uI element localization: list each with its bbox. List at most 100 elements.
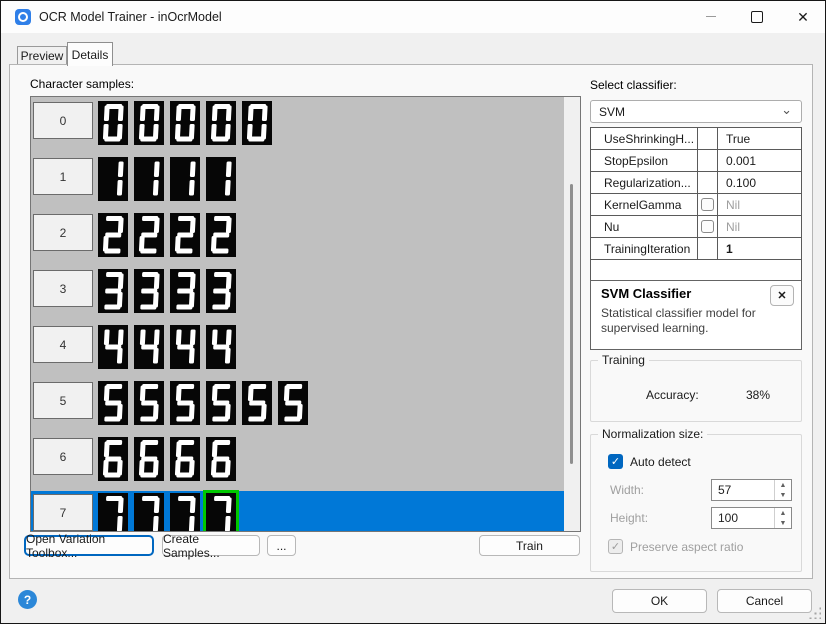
sample-tile[interactable] — [98, 157, 128, 201]
property-name: UseShrinkingH... — [591, 128, 698, 149]
sample-tile[interactable] — [206, 101, 236, 145]
sample-tile[interactable] — [170, 269, 200, 313]
title-bar: OCR Model Trainer - inOcrModel ✕ — [1, 1, 825, 33]
sample-char-button[interactable]: 0 — [33, 102, 93, 139]
character-samples-label: Character samples: — [30, 77, 134, 91]
cancel-button[interactable]: Cancel — [717, 589, 812, 613]
sample-tile[interactable] — [98, 493, 128, 531]
sample-tile[interactable] — [134, 213, 164, 257]
property-row[interactable]: StopEpsilon0.001 — [591, 150, 801, 172]
property-checkbox-cell — [698, 216, 718, 237]
sample-tile[interactable] — [206, 325, 236, 369]
character-samples-list[interactable]: 0 1 2 3 4 5 6 7 — [30, 96, 581, 532]
sample-tile[interactable] — [98, 325, 128, 369]
sample-row-3[interactable]: 3 — [31, 267, 564, 323]
sample-tile[interactable] — [206, 213, 236, 257]
spinner-down-icon[interactable]: ▼ — [780, 520, 787, 527]
sample-row-2[interactable]: 2 — [31, 211, 564, 267]
classifier-dropdown[interactable]: SVM ⌄ — [590, 100, 802, 123]
seven-segment-digit-glyph — [134, 101, 164, 145]
sample-char-button[interactable]: 1 — [33, 158, 93, 195]
height-spinner[interactable]: 100 ▲ ▼ — [711, 507, 792, 529]
sample-tile[interactable] — [206, 493, 236, 531]
spinner-down-icon[interactable]: ▼ — [780, 492, 787, 499]
sample-tile[interactable] — [170, 381, 200, 425]
maximize-button[interactable] — [734, 1, 780, 32]
sample-tile[interactable] — [206, 437, 236, 481]
sample-tile[interactable] — [98, 437, 128, 481]
tab-preview[interactable]: Preview — [17, 46, 67, 65]
sample-tile[interactable] — [170, 493, 200, 531]
close-button[interactable]: ✕ — [780, 1, 826, 32]
training-group: Training Accuracy: 38% — [590, 360, 802, 422]
sample-char-button[interactable]: 2 — [33, 214, 93, 251]
width-spinner[interactable]: 57 ▲ ▼ — [711, 479, 792, 501]
sample-row-6[interactable]: 6 — [31, 435, 564, 491]
seven-segment-digit-glyph — [170, 101, 200, 145]
sample-row-7[interactable]: 7 — [31, 491, 564, 531]
sample-tile[interactable] — [206, 157, 236, 201]
sample-tile[interactable] — [134, 437, 164, 481]
property-row[interactable]: NuNil — [591, 216, 801, 238]
property-checkbox[interactable] — [701, 198, 714, 211]
sample-row-5[interactable]: 5 — [31, 379, 564, 435]
sample-char-button[interactable]: 4 — [33, 326, 93, 363]
spinner-up-icon[interactable]: ▲ — [780, 510, 787, 517]
create-samples-button[interactable]: Create Samples... — [162, 535, 260, 556]
sample-char-button[interactable]: 7 — [33, 494, 93, 531]
property-row[interactable]: UseShrinkingH...True — [591, 128, 801, 150]
seven-segment-digit-glyph — [170, 269, 200, 313]
sample-tile[interactable] — [98, 269, 128, 313]
sample-tile[interactable] — [242, 381, 272, 425]
sample-tile[interactable] — [278, 381, 308, 425]
seven-segment-digit-glyph — [98, 101, 128, 145]
property-row[interactable]: KernelGammaNil — [591, 194, 801, 216]
maximize-icon — [751, 11, 763, 23]
property-row[interactable]: Regularization...0.100 — [591, 172, 801, 194]
checkmark-icon: ✓ — [611, 455, 620, 468]
close-icon: ✕ — [797, 10, 809, 24]
sample-tile[interactable] — [98, 381, 128, 425]
train-button[interactable]: Train — [479, 535, 580, 556]
sample-tile[interactable] — [134, 269, 164, 313]
sample-tile[interactable] — [170, 325, 200, 369]
sample-tile[interactable] — [170, 157, 200, 201]
minimize-button[interactable] — [688, 1, 734, 32]
sample-char-button[interactable]: 3 — [33, 270, 93, 307]
sample-row-1[interactable]: 1 — [31, 155, 564, 211]
sample-tile[interactable] — [242, 101, 272, 145]
sample-tile[interactable] — [170, 213, 200, 257]
seven-segment-digit-glyph — [170, 157, 200, 201]
seven-segment-digit-glyph — [170, 437, 200, 481]
description-close-button[interactable]: ✕ — [770, 285, 794, 306]
sample-char-button[interactable]: 6 — [33, 438, 93, 475]
sample-char-button[interactable]: 5 — [33, 382, 93, 419]
sample-tile[interactable] — [134, 157, 164, 201]
auto-detect-checkbox[interactable]: ✓ — [608, 454, 623, 469]
tab-details[interactable]: Details — [67, 42, 113, 66]
sample-tile[interactable] — [170, 437, 200, 481]
sample-tile[interactable] — [134, 381, 164, 425]
help-button[interactable]: ? — [18, 590, 37, 609]
open-variation-toolbox-button[interactable]: Open Variation Toolbox... — [24, 535, 154, 556]
sample-tile[interactable] — [170, 101, 200, 145]
property-checkbox[interactable] — [701, 220, 714, 233]
sample-row-4[interactable]: 4 — [31, 323, 564, 379]
property-checkbox-cell — [698, 238, 718, 259]
sample-tile[interactable] — [206, 269, 236, 313]
list-scrollbar-thumb[interactable] — [570, 184, 573, 464]
property-row[interactable]: TrainingIteration1 — [591, 238, 801, 260]
width-spin-buttons: ▲ ▼ — [774, 480, 791, 500]
sample-tile[interactable] — [134, 101, 164, 145]
sample-tile[interactable] — [206, 381, 236, 425]
ok-button[interactable]: OK — [612, 589, 707, 613]
sample-tile[interactable] — [98, 213, 128, 257]
sample-row-0[interactable]: 0 — [31, 99, 564, 155]
spinner-up-icon[interactable]: ▲ — [780, 482, 787, 489]
sample-tile[interactable] — [134, 493, 164, 531]
property-checkbox-cell — [698, 150, 718, 171]
sample-tile[interactable] — [98, 101, 128, 145]
list-scrollbar[interactable] — [564, 97, 580, 531]
more-options-button[interactable]: ... — [267, 535, 296, 556]
sample-tile[interactable] — [134, 325, 164, 369]
